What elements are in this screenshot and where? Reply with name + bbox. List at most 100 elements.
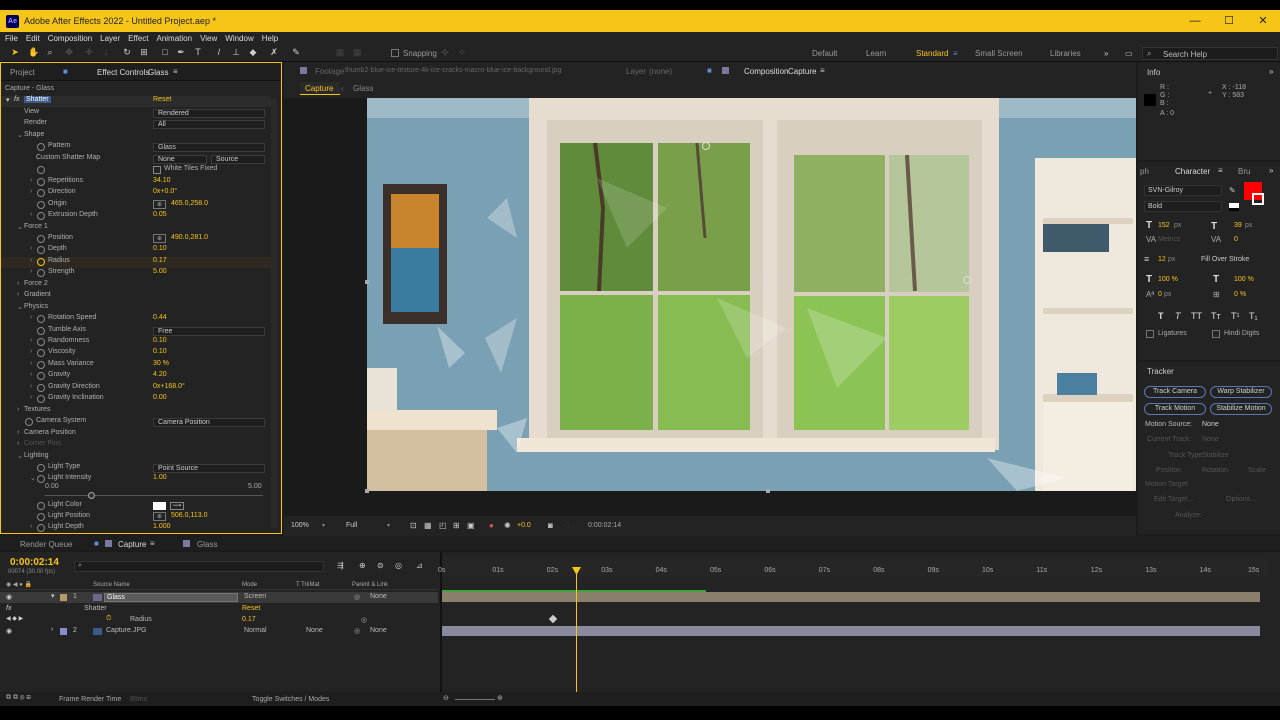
- stopwatch-icon[interactable]: [37, 463, 45, 472]
- workspace-libraries[interactable]: Libraries: [1050, 49, 1081, 58]
- footer-switches-icon[interactable]: ⧉ ⧉ ⊗ ⊞: [6, 694, 31, 702]
- layer-name[interactable]: Capture.JPG: [106, 627, 146, 634]
- layer-row-glass[interactable]: ◉ ▾ 1 Glass Screen ◎ None: [0, 592, 438, 603]
- tsume-value[interactable]: 0 %: [1234, 291, 1246, 298]
- property-value[interactable]: 0.10: [153, 337, 167, 344]
- camera-snapshot-icon[interactable]: ◙: [548, 521, 553, 530]
- snap-icon[interactable]: ⊹: [440, 47, 450, 57]
- group-label[interactable]: Textures: [24, 406, 50, 413]
- vertical-scale-value[interactable]: 100 %: [1158, 276, 1178, 283]
- twirl-arrow-icon[interactable]: ›: [30, 383, 32, 390]
- group-label[interactable]: Lighting: [24, 452, 49, 459]
- tab-project[interactable]: Project: [10, 68, 35, 77]
- group-twirl-icon[interactable]: ›: [17, 280, 19, 287]
- pickwhip-icon[interactable]: ◎: [354, 593, 360, 601]
- composition-frame[interactable]: [367, 98, 1136, 491]
- scale-checkbox-label[interactable]: Scale: [1248, 467, 1266, 474]
- point-value[interactable]: 490.0,281.0: [171, 234, 208, 241]
- group-label[interactable]: Force 1: [24, 223, 48, 230]
- stopwatch-icon[interactable]: [37, 143, 45, 152]
- stopwatch-icon[interactable]: [37, 338, 45, 346]
- position-checkbox-label[interactable]: Position: [1156, 467, 1181, 474]
- stopwatch-icon[interactable]: [37, 257, 45, 266]
- pickwhip-icon[interactable]: ◎: [361, 616, 367, 624]
- character-menu-icon[interactable]: ≡: [1218, 166, 1223, 175]
- visibility-eye-icon[interactable]: ◉: [6, 593, 12, 601]
- workspace-menu-icon[interactable]: ≡: [953, 49, 958, 58]
- stopwatch-icon[interactable]: [37, 315, 45, 324]
- menu-animation[interactable]: Animation: [156, 34, 192, 43]
- fx-icon[interactable]: fx: [14, 96, 19, 103]
- zoom-in-icon[interactable]: ⊕: [497, 694, 503, 702]
- effect-reset-link[interactable]: Reset: [242, 605, 260, 612]
- property-dropdown[interactable]: All: [153, 120, 265, 130]
- parent-dropdown[interactable]: None: [370, 627, 387, 634]
- property-value[interactable]: 0.05: [153, 211, 167, 218]
- align-icon[interactable]: ▦: [335, 47, 345, 57]
- tracking-value[interactable]: 0: [1234, 236, 1238, 243]
- tab-character[interactable]: Character: [1175, 167, 1210, 176]
- baseline-shift-value[interactable]: 0: [1158, 291, 1162, 298]
- track-motion-button[interactable]: Track Motion: [1144, 403, 1206, 415]
- twirl-arrow-icon[interactable]: ▾: [51, 592, 55, 600]
- font-style-dropdown[interactable]: Bold: [1144, 201, 1222, 212]
- menu-file[interactable]: File: [5, 34, 18, 43]
- stopwatch-icon[interactable]: [37, 166, 45, 175]
- layer-bar-glass[interactable]: [442, 592, 1260, 602]
- workspace-panel-icon[interactable]: ▭: [1125, 49, 1133, 58]
- col-parent[interactable]: Parent & Link: [352, 582, 388, 588]
- puppet-tool-icon[interactable]: ✎: [291, 47, 301, 57]
- stopwatch-icon[interactable]: [37, 269, 45, 278]
- timeline-search-input[interactable]: ⌕: [74, 561, 324, 572]
- dolly-tool-icon[interactable]: ↓: [101, 47, 111, 57]
- group-twirl-icon[interactable]: ›: [17, 291, 19, 298]
- tab-tracker[interactable]: Tracker: [1147, 367, 1174, 376]
- zoom-dropdown[interactable]: 100%: [291, 522, 309, 529]
- minimize-button[interactable]: —: [1178, 10, 1212, 32]
- stopwatch-icon[interactable]: [25, 418, 33, 427]
- label-color-swatch[interactable]: [60, 594, 67, 601]
- comp-lock-icon[interactable]: ■: [707, 66, 712, 75]
- breadcrumb-glass[interactable]: Glass: [353, 84, 373, 93]
- property-value[interactable]: 5.00: [153, 268, 167, 275]
- property-value[interactable]: 0x+0.0°: [153, 188, 177, 195]
- twirl-arrow-icon[interactable]: ›: [30, 257, 32, 264]
- keyframe-nav-icon[interactable]: ◀ ◆ ▶: [6, 615, 23, 622]
- group-twirl-icon[interactable]: ›: [17, 429, 19, 436]
- menu-view[interactable]: View: [200, 34, 217, 43]
- trkmat-dropdown[interactable]: None: [306, 627, 323, 634]
- stopwatch-icon[interactable]: [37, 189, 45, 198]
- keyframe-icon[interactable]: [548, 614, 558, 624]
- superscript-button[interactable]: T¹: [1231, 311, 1240, 321]
- point-value[interactable]: 465.0,258.0: [171, 200, 208, 207]
- fx-icon[interactable]: fx: [6, 605, 11, 612]
- twirl-arrow-icon[interactable]: ›: [30, 360, 32, 367]
- light-color-swatch[interactable]: [153, 502, 166, 510]
- property-dropdown[interactable]: Source: [211, 154, 265, 164]
- subscript-button[interactable]: T₁: [1249, 311, 1258, 321]
- edit-target-button[interactable]: Edit Target...: [1154, 496, 1193, 503]
- group-label[interactable]: Shape: [24, 131, 44, 138]
- crosshair-icon[interactable]: ⊕: [153, 199, 166, 209]
- stopwatch-icon[interactable]: [37, 360, 45, 369]
- group-twirl-icon[interactable]: ⌄: [17, 452, 23, 460]
- stopwatch-icon[interactable]: [37, 326, 45, 335]
- orbit-tool-icon[interactable]: ✥: [64, 47, 74, 57]
- snapshot-view-icon[interactable]: ▣: [467, 521, 475, 530]
- group-label[interactable]: Physics: [24, 303, 48, 310]
- tab-capture[interactable]: Capture: [118, 540, 146, 549]
- breadcrumb-capture[interactable]: Capture: [300, 82, 340, 95]
- menu-layer[interactable]: Layer: [100, 34, 120, 43]
- col-trkmat[interactable]: T TrkMat: [296, 582, 320, 588]
- distribute-icon[interactable]: ▦: [352, 47, 362, 57]
- twirl-arrow-icon[interactable]: ›: [30, 188, 32, 195]
- maximize-button[interactable]: ☐: [1212, 10, 1246, 32]
- timeline-menu-icon[interactable]: ≡: [150, 539, 155, 548]
- panel-menu-icon[interactable]: ≡: [173, 67, 178, 76]
- no-fill-icon[interactable]: [1229, 203, 1239, 211]
- motion-source-dropdown[interactable]: None: [1202, 421, 1219, 428]
- track-camera-button[interactable]: Track Camera: [1144, 386, 1206, 398]
- stopwatch-icon[interactable]: [37, 502, 45, 510]
- light-intensity-slider-thumb[interactable]: [88, 492, 95, 499]
- tab-info[interactable]: Info: [1147, 68, 1160, 77]
